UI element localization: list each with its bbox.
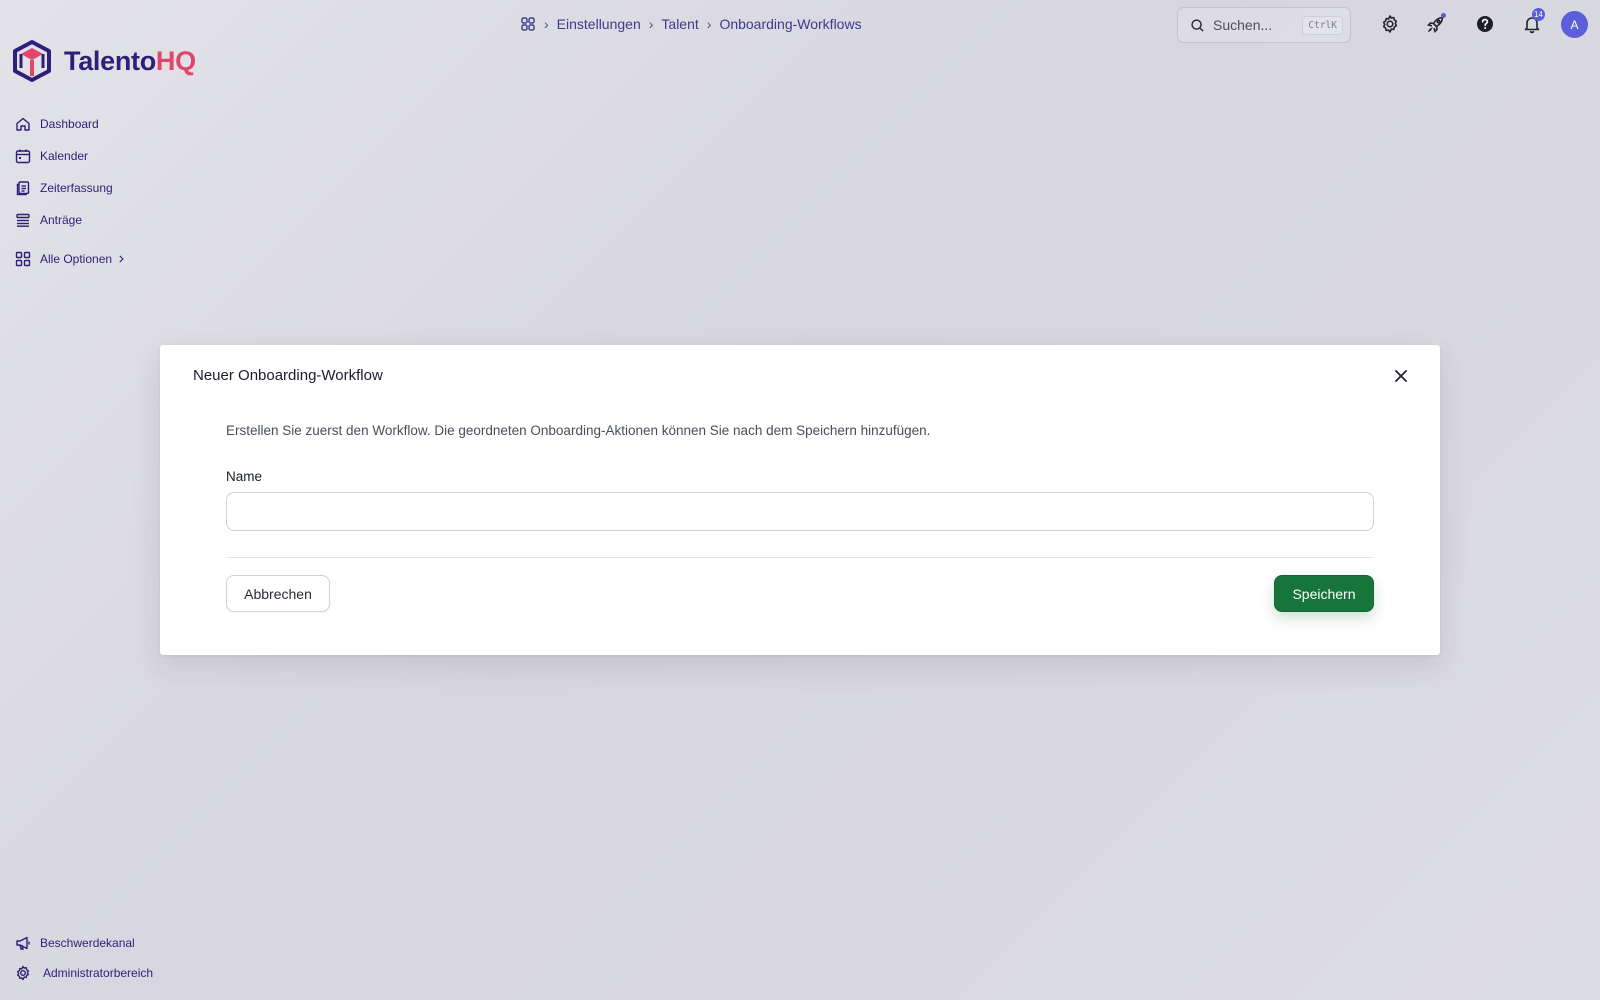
gear-icon [17,965,29,981]
chevron-right-icon: › [648,16,654,32]
breadcrumb-item-onboarding-workflows[interactable]: Onboarding-Workflows [719,16,861,32]
sidebar-item-label: Alle Optionen [40,252,113,266]
gear-icon [1382,15,1398,33]
search-box[interactable]: Suchen... CtrlK [1177,7,1351,43]
brand-name-part1: Talento [64,45,156,76]
help-button[interactable] [1473,12,1497,36]
clipboard-icon [16,181,30,196]
app-root: TalentoHQ Dashboard Kalender Zeiterfassu… [0,0,1600,1000]
chevron-right-icon: › [544,16,549,32]
brand-logo[interactable]: TalentoHQ [12,40,196,82]
help-icon [1477,16,1493,32]
breadcrumb: › Einstellungen › Talent › Onboarding-Wo… [520,14,862,34]
sidebar-item-alle-optionen[interactable]: Alle Optionen [15,243,126,275]
sidebar-all-options[interactable]: Alle Optionen [15,243,126,275]
sidebar-item-kalender[interactable]: Kalender [15,140,113,172]
settings-button[interactable] [1378,12,1402,36]
sidebar-item-administratorbereich[interactable]: Administratorbereich [15,958,153,988]
breadcrumb-item-talent[interactable]: Talent [661,16,698,32]
chevron-right-icon: › [706,16,712,32]
search-shortcut: CtrlK [1302,16,1343,35]
sidebar-bottom: Beschwerdekanal Administratorbereich [15,928,153,988]
sidebar-item-label: Zeiterfassung [40,181,113,195]
notification-count-badge: 14 [1532,8,1545,21]
calendar-icon [15,149,31,164]
sidebar-nav: Dashboard Kalender Zeiterfassung Anträge [15,108,113,236]
chevron-right-icon [119,255,124,263]
search-icon [1191,18,1204,32]
brand-name: TalentoHQ [64,46,196,77]
megaphone-icon [16,936,30,950]
modal-description: Erstellen Sie zuerst den Workflow. Die g… [226,423,931,438]
close-icon [1395,370,1407,382]
cancel-button[interactable]: Abbrechen [226,575,330,612]
list-icon [16,213,30,227]
notifications-button[interactable]: 14 [1520,8,1545,36]
close-button[interactable] [1390,365,1412,387]
sidebar-item-antraege[interactable]: Anträge [15,204,113,236]
name-field-label: Name [226,469,263,484]
search-placeholder: Suchen... [1213,17,1273,33]
cube-logo-icon [13,40,51,82]
breadcrumb-item-einstellungen[interactable]: Einstellungen [557,16,641,32]
sidebar-item-beschwerdekanal[interactable]: Beschwerdekanal [15,928,153,958]
new-indicator-dot [1441,13,1446,18]
save-button[interactable]: Speichern [1274,575,1374,612]
grid-icon [15,251,31,267]
user-avatar[interactable]: A [1561,11,1588,38]
whats-new-button[interactable] [1424,12,1448,36]
sidebar-item-label: Beschwerdekanal [40,936,135,950]
grid-icon[interactable] [520,16,536,32]
sidebar-item-label: Administratorbereich [43,966,154,980]
sidebar-item-zeiterfassung[interactable]: Zeiterfassung [15,172,113,204]
home-icon [16,117,30,131]
sidebar-item-label: Anträge [40,213,83,227]
sidebar-item-dashboard[interactable]: Dashboard [15,108,113,140]
brand-name-part2: HQ [155,45,196,76]
sidebar-item-label: Dashboard [40,117,99,131]
new-workflow-modal: Neuer Onboarding-Workflow Erstellen Sie … [160,345,1440,655]
sidebar-item-label: Kalender [40,149,89,163]
modal-title: Neuer Onboarding-Workflow [193,367,383,384]
modal-divider [226,557,1374,558]
name-input[interactable] [226,492,1374,531]
